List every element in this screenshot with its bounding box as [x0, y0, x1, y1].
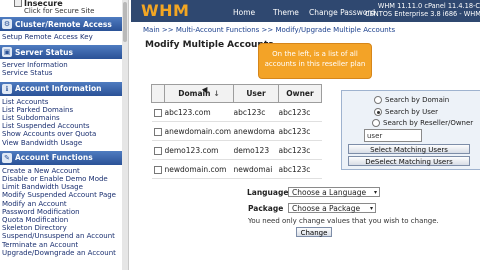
language-label: Language — [247, 188, 289, 197]
system-info: WHM 11.11.0 cPanel 11.4.18-C CENTOS Ente… — [365, 2, 480, 18]
accounts-table: Domain ↓ User Owner abc123.com abc123c ab… — [151, 84, 322, 179]
package-select[interactable]: Choose a Package ▾ — [288, 203, 376, 213]
sidebar-link[interactable]: Limit Bandwidth Usage — [2, 183, 128, 191]
table-row: abc123.com abc123c abc123c — [151, 102, 322, 122]
section-header[interactable]: ✎ Account Functions — [0, 150, 128, 165]
sidebar-link[interactable]: Quota Modification — [2, 216, 128, 224]
change-button[interactable]: Change — [296, 227, 332, 237]
annotation-callout: On the left, is a list of all accounts i… — [258, 43, 372, 79]
domain-cell: abc123.com — [164, 102, 234, 122]
user-cell: abc123c — [233, 102, 279, 122]
sidebar-link[interactable]: Disable or Enable Demo Mode — [2, 175, 128, 183]
sidebar-link[interactable]: Skeleton Directory — [2, 224, 128, 232]
sidebar-link[interactable]: Password Modification — [2, 208, 128, 216]
server-status-icon: ▣ — [2, 47, 12, 58]
main-content: WHM Home Theme Change Password WHM 11.11… — [131, 0, 480, 270]
row-checkbox[interactable] — [153, 127, 162, 136]
whm-logo[interactable]: WHM — [141, 1, 189, 20]
section-cluster-remote-access: ⚙ Cluster/Remote Access Setup Remote Acc… — [0, 17, 128, 43]
sidebar-link[interactable]: List Subdomains — [2, 114, 128, 122]
sidebar: Insecure Click for Secure Site ⚙ Cluster… — [0, 0, 129, 270]
page-title: Modify Multiple Accounts — [145, 40, 274, 50]
nav-theme[interactable]: Theme — [273, 8, 299, 17]
domain-cell: anewdomain.com — [164, 121, 234, 141]
domain-column-header[interactable]: Domain ↓ — [164, 84, 234, 103]
owner-cell: abc123c — [278, 159, 322, 179]
radio-button[interactable] — [374, 108, 382, 116]
table-row: anewdomain.com anewdoma abc123c — [151, 121, 322, 141]
sidebar-link[interactable]: Modify an Account — [2, 200, 128, 208]
sidebar-link[interactable]: Setup Remote Access Key — [2, 33, 128, 41]
search-by-user-option[interactable]: Search by User — [374, 108, 438, 116]
user-cell: demo123 — [233, 140, 279, 160]
radio-button[interactable] — [372, 119, 380, 127]
user-column-header[interactable]: User — [233, 84, 279, 103]
account-info-icon: ℹ — [2, 83, 12, 94]
row-checkbox[interactable] — [153, 108, 162, 117]
scrollbar-thumb[interactable] — [123, 2, 127, 42]
user-cell: newdomai — [233, 159, 279, 179]
section-header[interactable]: ▣ Server Status — [0, 45, 128, 60]
help-note: You need only change values that you wis… — [248, 217, 439, 225]
select-column-header — [151, 84, 165, 103]
section-header[interactable]: ⚙ Cluster/Remote Access — [0, 17, 128, 31]
secure-site-link[interactable]: Click for Secure Site — [24, 7, 95, 15]
section-account-information: ℹ Account Information List Accounts List… — [0, 81, 128, 149]
language-select[interactable]: Choose a Language ▾ — [288, 187, 380, 197]
table-row: newdomain.com newdomai abc123c — [151, 159, 322, 179]
row-checkbox[interactable] — [153, 146, 162, 155]
sidebar-link[interactable]: Modify Suspended Account Page — [2, 191, 128, 199]
top-bar: WHM Home Theme Change Password WHM 11.11… — [131, 0, 480, 22]
sidebar-link[interactable]: Suspend/Unsuspend an Account — [2, 232, 128, 240]
dropdown-arrow-icon: ▾ — [373, 189, 377, 196]
sidebar-link[interactable]: View Bandwidth Usage — [2, 139, 128, 147]
search-panel: Search by Domain Search by User Search b… — [341, 90, 480, 170]
select-matching-users-button[interactable]: Select Matching Users — [348, 144, 470, 154]
package-label: Package — [248, 204, 284, 213]
sidebar-link[interactable]: List Suspended Accounts — [2, 122, 128, 130]
sort-arrow-icon[interactable]: ↓ — [213, 89, 219, 98]
section-account-functions: ✎ Account Functions Create a New Account… — [0, 150, 128, 259]
dropdown-arrow-icon: ▾ — [369, 205, 373, 212]
table-header-row: Domain ↓ User Owner — [151, 84, 322, 103]
section-header[interactable]: ℹ Account Information — [0, 81, 128, 96]
owner-cell: abc123c — [278, 102, 322, 122]
sidebar-link[interactable]: List Accounts — [2, 98, 128, 106]
search-by-domain-option[interactable]: Search by Domain — [374, 96, 449, 104]
row-checkbox[interactable] — [153, 165, 162, 174]
account-functions-icon: ✎ — [2, 152, 12, 163]
owner-column-header[interactable]: Owner — [278, 84, 322, 103]
user-cell: anewdoma — [233, 121, 279, 141]
section-server-status: ▣ Server Status Server Information Servi… — [0, 45, 128, 79]
search-input[interactable] — [364, 129, 422, 142]
sidebar-link[interactable]: Upgrade/Downgrade an Account — [2, 249, 128, 257]
sidebar-scrollbar[interactable] — [122, 0, 128, 270]
sidebar-link[interactable]: List Parked Domains — [2, 106, 128, 114]
sidebar-link[interactable]: Server Information — [2, 61, 128, 69]
sidebar-link[interactable]: Service Status — [2, 69, 128, 77]
radio-button[interactable] — [374, 96, 382, 104]
nav-home[interactable]: Home — [233, 8, 255, 17]
sidebar-link[interactable]: Show Accounts over Quota — [2, 130, 128, 138]
domain-cell: newdomain.com — [164, 159, 234, 179]
domain-cell: demo123.com — [164, 140, 234, 160]
table-row: demo123.com demo123 abc123c — [151, 140, 322, 160]
lock-icon — [14, 0, 22, 7]
owner-cell: abc123c — [278, 121, 322, 141]
insecure-link[interactable]: Insecure Click for Secure Site — [0, 0, 128, 15]
owner-cell: abc123c — [278, 140, 322, 160]
sidebar-link[interactable]: Create a New Account — [2, 167, 128, 175]
deselect-matching-users-button[interactable]: DeSelect Matching Users — [348, 156, 470, 166]
breadcrumb[interactable]: Main >> Multi-Account Functions >> Modif… — [143, 26, 395, 34]
search-by-reseller-option[interactable]: Search by Reseller/Owner — [372, 119, 473, 127]
sidebar-link[interactable]: Terminate an Account — [2, 241, 128, 249]
cluster-icon: ⚙ — [2, 19, 12, 29]
